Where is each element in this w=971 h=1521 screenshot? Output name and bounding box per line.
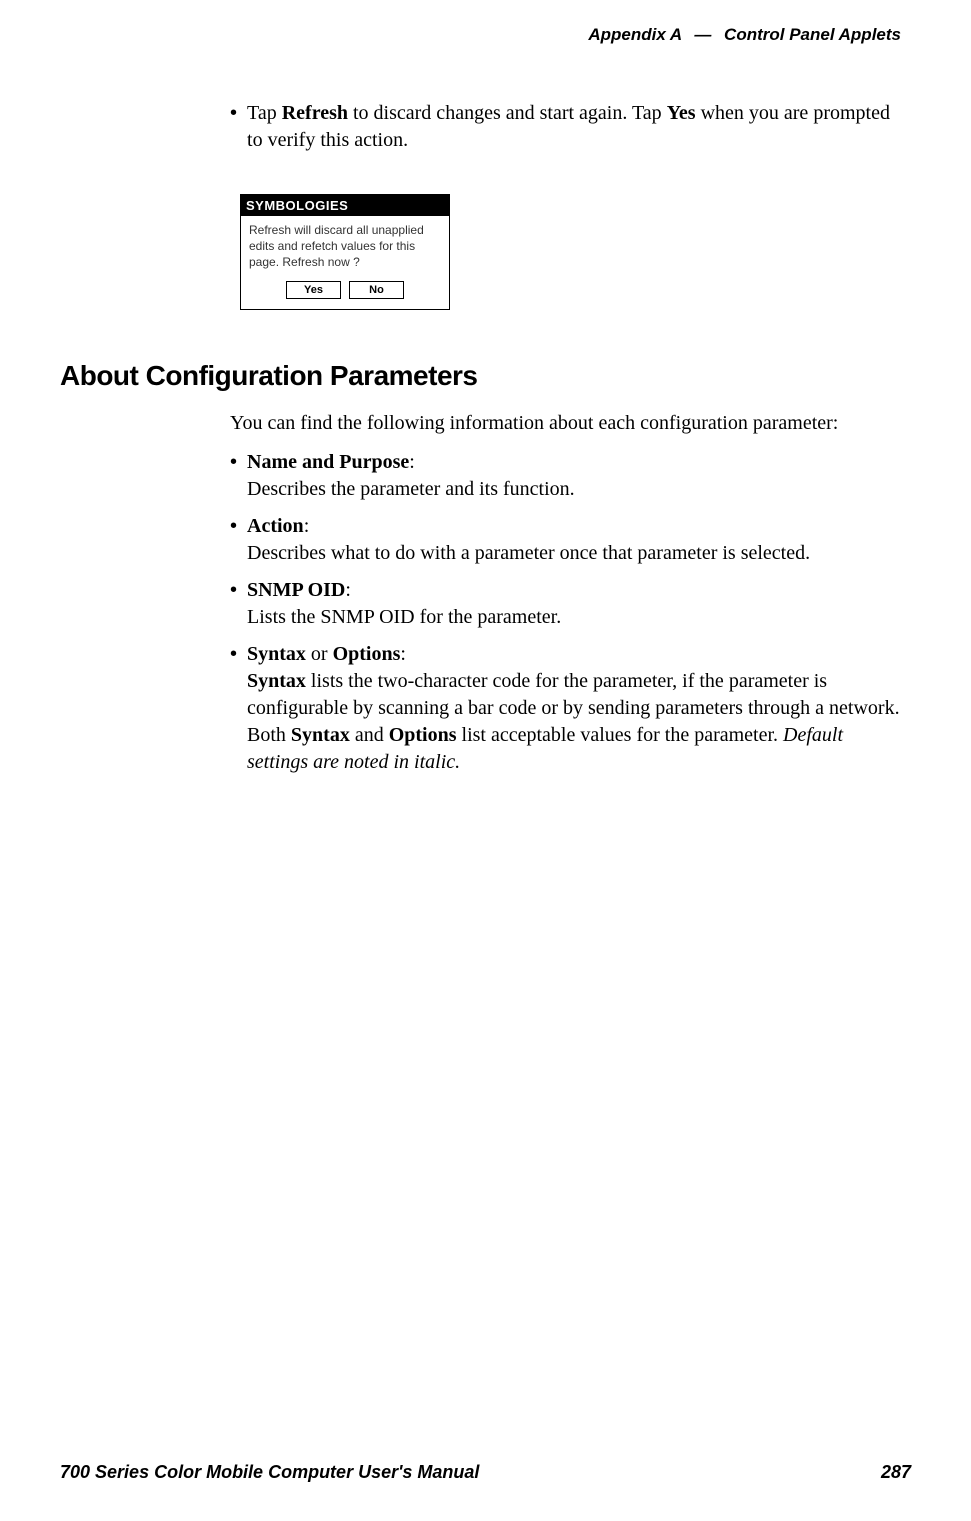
param-action: • Action: Describes what to do with a pa… (230, 513, 901, 567)
refresh-text: Tap Refresh to discard changes and start… (247, 100, 901, 154)
header-dash: — (694, 25, 711, 44)
param-syntax-options: • Syntax or Options: Syntax lists the tw… (230, 641, 901, 776)
dialog-body: Refresh will discard all unapplied edits… (241, 216, 449, 275)
page-number: 287 (881, 1462, 911, 1483)
page-header: Appendix A — Control Panel Applets (60, 20, 911, 45)
bullet-icon: • (230, 100, 237, 154)
page-footer: 700 Series Color Mobile Computer User's … (60, 1462, 911, 1483)
bullet-icon: • (230, 577, 237, 631)
footer-manual-title: 700 Series Color Mobile Computer User's … (60, 1462, 479, 1483)
section-heading: About Configuration Parameters (60, 360, 901, 392)
dialog-title: SYMBOLOGIES (241, 195, 449, 216)
refresh-instruction: • Tap Refresh to discard changes and sta… (230, 100, 901, 154)
yes-button[interactable]: Yes (286, 281, 341, 299)
header-title: Control Panel Applets (724, 25, 901, 44)
no-button[interactable]: No (349, 281, 404, 299)
bullet-icon: • (230, 641, 237, 776)
bullet-icon: • (230, 449, 237, 503)
header-appendix: Appendix A (588, 25, 681, 44)
param-name-purpose: • Name and Purpose: Describes the parame… (230, 449, 901, 503)
param-snmp-oid: • SNMP OID: Lists the SNMP OID for the p… (230, 577, 901, 631)
symbologies-dialog: SYMBOLOGIES Refresh will discard all una… (240, 194, 450, 310)
section-intro-para: You can find the following information a… (230, 410, 901, 437)
bullet-icon: • (230, 513, 237, 567)
